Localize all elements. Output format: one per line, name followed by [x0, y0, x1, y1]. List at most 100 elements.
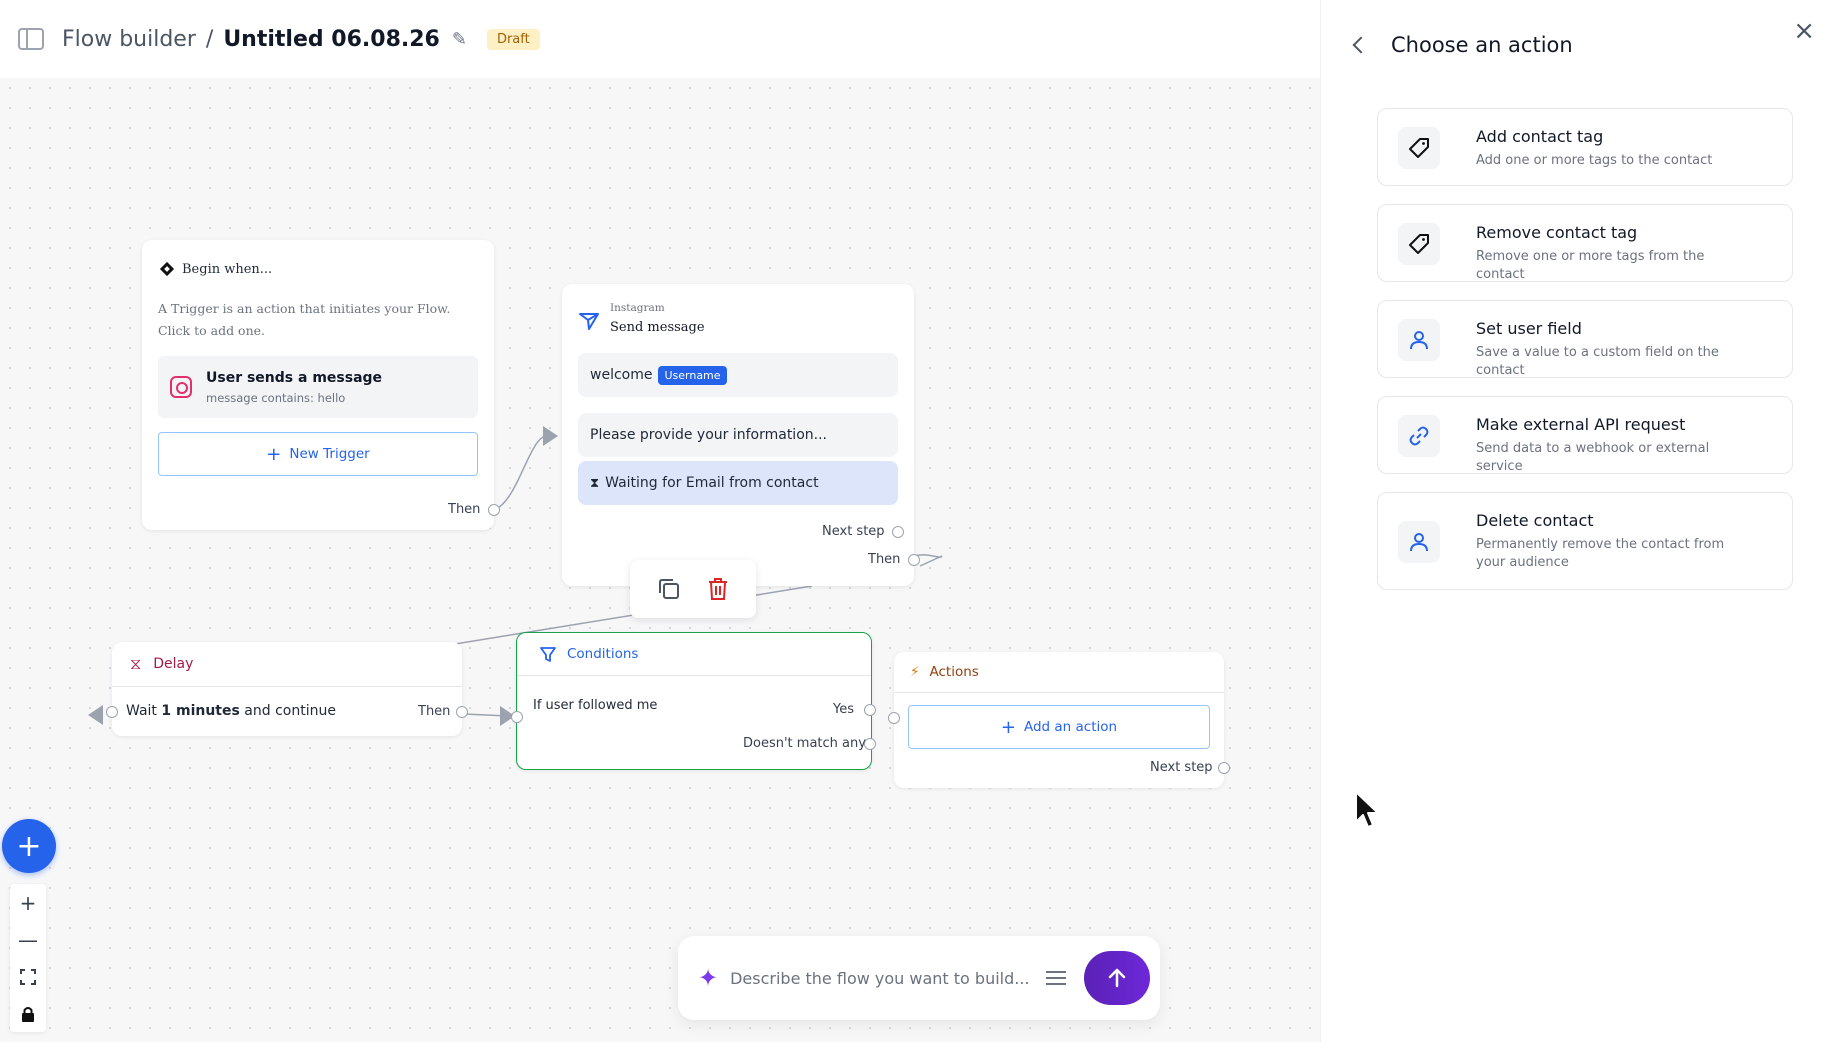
trigger-event-subtitle: message contains: hello: [206, 390, 346, 405]
action-title: Delete contact: [1476, 511, 1594, 530]
flow-prompt-input[interactable]: [730, 968, 1028, 988]
delete-trash-icon[interactable]: [705, 576, 731, 602]
menu-icon[interactable]: [1046, 971, 1066, 985]
action-description: Send data to a webhook or external servi…: [1476, 441, 1710, 474]
top-bar: Flow builder / Untitled 06.08.26 ✎ Draft: [0, 0, 1320, 78]
delay-header: ⧖ Delay: [112, 642, 462, 687]
message-bubble[interactable]: welcome Username: [578, 353, 898, 397]
send-channel-label: Instagram: [610, 302, 665, 314]
tag-icon: [1398, 127, 1440, 169]
waiting-row[interactable]: ⧗ Waiting for Email from contact: [578, 461, 898, 505]
next-step-port[interactable]: [892, 526, 904, 538]
prompt-message-bubble[interactable]: Please provide your information...: [578, 413, 898, 457]
zoom-in-button[interactable]: +: [10, 884, 46, 921]
next-step-port[interactable]: [1218, 762, 1230, 774]
arrow-up-icon: [1108, 968, 1126, 988]
breadcrumb-root[interactable]: Flow builder: [62, 27, 196, 52]
node-toolbar: [630, 560, 756, 618]
conditions-body: If user followed me Yes Doesn't match an…: [517, 676, 876, 768]
sidebar-toggle-icon[interactable]: [18, 28, 44, 50]
message-text: welcome: [590, 367, 653, 383]
add-node-button[interactable]: +: [2, 819, 56, 873]
then-label: Then: [418, 704, 451, 719]
input-port[interactable]: [106, 706, 118, 718]
conditions-node[interactable]: Conditions If user followed me Yes Doesn…: [511, 632, 876, 770]
action-card-add-contact-tag[interactable]: Add contact tag Add one or more tags to …: [1377, 108, 1793, 186]
input-port[interactable]: [888, 712, 900, 724]
delay-suffix: and continue: [244, 703, 336, 719]
submit-prompt-button[interactable]: [1084, 951, 1150, 1005]
action-title: Set user field: [1476, 319, 1582, 338]
new-trigger-button[interactable]: + New Trigger: [158, 432, 478, 476]
action-title: Add contact tag: [1476, 127, 1604, 146]
trigger-event-card[interactable]: User sends a message message contains: h…: [158, 356, 478, 418]
plus-icon: +: [266, 443, 282, 465]
action-card-remove-contact-tag[interactable]: Remove contact tag Remove one or more ta…: [1377, 204, 1793, 282]
output-port[interactable]: [456, 706, 468, 718]
tag-icon: [1398, 223, 1440, 265]
output-port[interactable]: [908, 554, 920, 566]
hourglass-icon: ⧖: [130, 654, 142, 673]
action-description: Add one or more tags to the contact: [1476, 153, 1713, 168]
actions-title: Actions: [929, 664, 979, 680]
actions-node[interactable]: ⚡ Actions + Add an action Next step: [888, 652, 1230, 788]
sparkle-icon: ✦: [698, 964, 719, 992]
link-icon: [1398, 415, 1440, 457]
delay-node[interactable]: ⧖ Delay Wait 1 minutes and continue Then: [106, 642, 468, 736]
user-icon: [1398, 521, 1440, 563]
delay-body: Wait 1 minutes and continue: [112, 687, 462, 735]
conditions-title: Conditions: [567, 646, 639, 662]
zoom-out-button[interactable]: —: [10, 921, 46, 958]
output-port[interactable]: [488, 504, 500, 516]
send-message-node[interactable]: Instagram Send message welcome Username …: [562, 284, 920, 586]
status-badge: Draft: [486, 28, 540, 50]
no-match-port[interactable]: [864, 738, 876, 750]
zoom-controls: + —: [10, 884, 46, 1032]
fit-view-button[interactable]: [10, 958, 46, 995]
fit-view-icon: [20, 968, 36, 985]
delay-amount: 1 minutes: [161, 703, 240, 719]
yes-port[interactable]: [864, 704, 876, 716]
delay-title: Delay: [153, 656, 194, 672]
new-trigger-label: New Trigger: [289, 446, 370, 462]
trigger-heading: Begin when...: [182, 261, 273, 277]
waiting-text: Waiting for Email from contact: [605, 475, 819, 491]
trigger-description: A Trigger is an action that initiates yo…: [158, 301, 451, 338]
condition-text: If user followed me: [533, 698, 658, 713]
hourglass-icon: ⧗: [590, 475, 600, 491]
next-step-label: Next step: [822, 524, 885, 539]
action-description: Remove one or more tags from the contact: [1476, 249, 1705, 282]
next-step-label: Next step: [1150, 760, 1213, 775]
input-port[interactable]: [511, 711, 523, 723]
add-action-button[interactable]: + Add an action: [908, 705, 1210, 749]
delay-prefix: Wait: [126, 703, 157, 719]
user-icon: [1398, 319, 1440, 361]
variable-chip: Username: [658, 365, 727, 385]
filter-icon: [540, 647, 556, 662]
trigger-diamond-icon: [159, 261, 175, 277]
back-chevron-icon[interactable]: [1352, 36, 1370, 54]
action-card-make-external-api-request[interactable]: Make external API request Send data to a…: [1377, 396, 1793, 474]
send-plane-icon: [579, 313, 599, 330]
action-description: Save a value to a custom field on the co…: [1476, 345, 1719, 378]
mouse-cursor-icon: [1355, 791, 1379, 828]
breadcrumb-separator: /: [205, 26, 214, 52]
trigger-node-header: Begin when...: [142, 240, 494, 278]
lock-button[interactable]: [10, 995, 46, 1032]
duplicate-icon[interactable]: [656, 576, 682, 602]
close-icon[interactable]: ×: [1793, 16, 1815, 46]
plus-icon: +: [1000, 716, 1016, 738]
conditions-header: Conditions: [517, 633, 871, 676]
action-description: Permanently remove the contact from your…: [1476, 537, 1725, 570]
no-match-label: Doesn't match any: [743, 736, 866, 751]
trigger-node[interactable]: Begin when... A Trigger is an action tha…: [142, 240, 500, 530]
action-panel: Choose an action × Add contact tag Add o…: [1320, 0, 1827, 1042]
add-action-label: Add an action: [1023, 719, 1118, 735]
panel-header: Choose an action ×: [1321, 0, 1827, 90]
edit-pencil-icon[interactable]: ✎: [452, 29, 467, 50]
actions-header: ⚡ Actions: [894, 652, 1224, 693]
then-label: Then: [448, 502, 481, 517]
prompt-message-text: Please provide your information...: [590, 427, 827, 443]
action-card-delete-contact[interactable]: Delete contact Permanently remove the co…: [1377, 492, 1793, 590]
action-card-set-user-field[interactable]: Set user field Save a value to a custom …: [1377, 300, 1793, 378]
